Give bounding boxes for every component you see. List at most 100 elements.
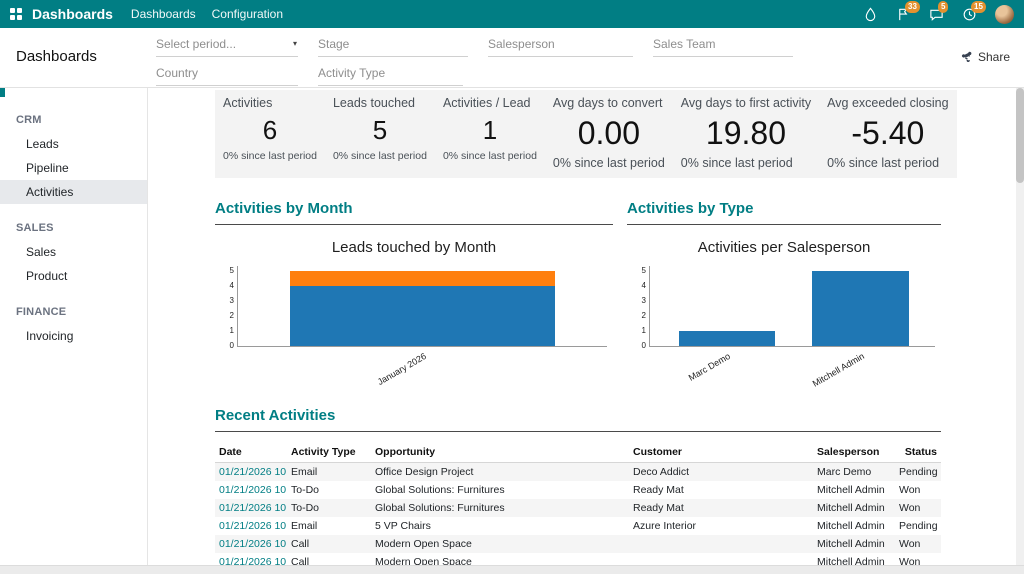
- kpi-delta: 0% since last period: [333, 150, 427, 162]
- activity-type-input[interactable]: [318, 63, 463, 86]
- scrollbar-track[interactable]: [1016, 88, 1024, 565]
- date-link[interactable]: 01/21/2026 10:39: [219, 484, 287, 496]
- period-select[interactable]: [156, 34, 298, 57]
- messages-icon[interactable]: 5: [929, 7, 944, 22]
- cell-customer: Ready Mat: [629, 499, 813, 517]
- recent-activities-table: Date Activity Type Opportunity Customer …: [215, 442, 941, 565]
- stage-filter: [318, 34, 468, 57]
- chart-title: Activities per Salesperson: [627, 239, 941, 256]
- cell-status: Pending: [895, 517, 941, 535]
- sidebar-item-activities[interactable]: Activities: [0, 180, 147, 204]
- activities-badge: 15: [971, 1, 986, 13]
- table-row[interactable]: 01/21/2026 10:37 Call Modern Open Space …: [215, 535, 941, 553]
- cell-customer: [629, 553, 813, 565]
- cell-activity-type: Email: [287, 517, 371, 535]
- date-link[interactable]: 01/21/2026 10:37: [219, 556, 287, 565]
- sidebar-item-pipeline[interactable]: Pipeline: [0, 156, 147, 180]
- sidebar-section-crm: CRM Leads Pipeline Activities: [0, 108, 147, 204]
- drop-icon[interactable]: [863, 7, 878, 22]
- country-input[interactable]: [156, 63, 298, 86]
- apps-grid-icon[interactable]: [10, 8, 22, 20]
- cell-activity-type: Call: [287, 535, 371, 553]
- plot-area: 012345January 2026: [237, 266, 607, 347]
- kpi-delta: 0% since last period: [827, 156, 948, 170]
- col-header-date: Date: [215, 442, 287, 463]
- kpi-value: 1: [443, 115, 537, 146]
- sidebar-section-title: FINANCE: [0, 300, 147, 324]
- menu-dashboards[interactable]: Dashboards: [131, 7, 196, 21]
- kpi-delta: 0% since last period: [223, 150, 317, 162]
- cell-status: Won: [895, 481, 941, 499]
- charts-row: Activities by Month Leads touched by Mon…: [215, 200, 941, 389]
- kpi-label: Avg exceeded closing: [827, 96, 948, 110]
- date-link[interactable]: 01/21/2026 10:39: [219, 466, 287, 478]
- date-link[interactable]: 01/21/2026 10:38: [219, 520, 287, 532]
- sidebar-item-product[interactable]: Product: [0, 264, 147, 288]
- table-row[interactable]: 01/21/2026 10:38 Email 5 VP Chairs Azure…: [215, 517, 941, 535]
- salesperson-input[interactable]: [488, 34, 633, 57]
- sidebar-section-title: SALES: [0, 216, 147, 240]
- plot-area: 012345Marc DemoMitchell Admin: [649, 266, 935, 347]
- section-heading-activities-by-month: Activities by Month: [215, 200, 613, 225]
- flag-badge: 33: [905, 1, 920, 13]
- table-row[interactable]: 01/21/2026 10:37 Call Modern Open Space …: [215, 553, 941, 565]
- kpi-label: Avg days to first activity: [681, 96, 811, 110]
- flag-icon[interactable]: 33: [896, 7, 911, 22]
- sales-team-input[interactable]: [653, 34, 793, 57]
- cell-salesperson: Mitchell Admin: [813, 499, 895, 517]
- share-label: Share: [978, 50, 1010, 64]
- kpi-avg-days-to-convert: Avg days to convert 0.00 0% since last p…: [545, 90, 673, 178]
- stage-input[interactable]: [318, 34, 468, 57]
- kpi-label: Activities / Lead: [443, 96, 537, 110]
- cell-customer: Deco Addict: [629, 463, 813, 482]
- cell-customer: [629, 535, 813, 553]
- app-brand: Dashboards: [32, 6, 113, 22]
- topbar-right: 33 5 15: [863, 5, 1014, 24]
- date-link[interactable]: 01/21/2026 10:38: [219, 502, 287, 514]
- share-icon: [960, 51, 973, 64]
- kpi-avg-exceeded-closing: Avg exceeded closing -5.40 0% since last…: [819, 90, 956, 178]
- cell-salesperson: Mitchell Admin: [813, 481, 895, 499]
- kpi-label: Avg days to convert: [553, 96, 665, 110]
- bottom-scroll-strip: [0, 565, 1024, 574]
- sidebar-item-leads[interactable]: Leads: [0, 132, 147, 156]
- cell-opportunity: Global Solutions: Furnitures: [371, 481, 629, 499]
- col-header-opportunity: Opportunity: [371, 442, 629, 463]
- subheader: Dashboards ▾ Share: [0, 28, 1024, 88]
- activities-clock-icon[interactable]: 15: [962, 7, 977, 22]
- period-filter: ▾: [156, 34, 298, 57]
- cell-status: Won: [895, 553, 941, 565]
- cell-activity-type: Email: [287, 463, 371, 482]
- table-row[interactable]: 01/21/2026 10:39 Email Office Design Pro…: [215, 463, 941, 482]
- dashboard-content: Activities 6 0% since last period Leads …: [215, 88, 941, 565]
- date-link[interactable]: 01/21/2026 10:37: [219, 538, 287, 550]
- sales-team-filter: [653, 34, 793, 57]
- sidebar-item-sales[interactable]: Sales: [0, 240, 147, 264]
- kpi-value: 5: [333, 115, 427, 146]
- sidebar-item-invoicing[interactable]: Invoicing: [0, 324, 147, 348]
- filter-bar: ▾: [156, 34, 804, 86]
- kpi-activities: Activities 6 0% since last period: [215, 90, 325, 178]
- messages-badge: 5: [938, 1, 948, 13]
- cell-opportunity: Office Design Project: [371, 463, 629, 482]
- avatar[interactable]: [995, 5, 1014, 24]
- cell-salesperson: Mitchell Admin: [813, 517, 895, 535]
- activities-by-type-section: Activities by Type Activities per Salesp…: [627, 200, 941, 389]
- cell-opportunity: Modern Open Space: [371, 535, 629, 553]
- activities-by-month-section: Activities by Month Leads touched by Mon…: [215, 200, 613, 389]
- kpi-activities-per-lead: Activities / Lead 1 0% since last period: [435, 90, 545, 178]
- kpi-delta: 0% since last period: [681, 156, 811, 170]
- table-row[interactable]: 01/21/2026 10:38 To-Do Global Solutions:…: [215, 499, 941, 517]
- menu-configuration[interactable]: Configuration: [212, 7, 283, 21]
- section-heading-activities-by-type: Activities by Type: [627, 200, 941, 225]
- activities-per-salesperson-chart: Activities per Salesperson 012345Marc De…: [627, 239, 941, 347]
- table-header-row: Date Activity Type Opportunity Customer …: [215, 442, 941, 463]
- bar-segment: [290, 271, 556, 286]
- kpi-label: Leads touched: [333, 96, 427, 110]
- y-tick-label: 0: [221, 342, 234, 350]
- cell-opportunity: 5 VP Chairs: [371, 517, 629, 535]
- scrollbar-thumb[interactable]: [1016, 88, 1024, 183]
- y-tick-label: 2: [221, 312, 234, 320]
- share-button[interactable]: Share: [960, 50, 1010, 64]
- table-row[interactable]: 01/21/2026 10:39 To-Do Global Solutions:…: [215, 481, 941, 499]
